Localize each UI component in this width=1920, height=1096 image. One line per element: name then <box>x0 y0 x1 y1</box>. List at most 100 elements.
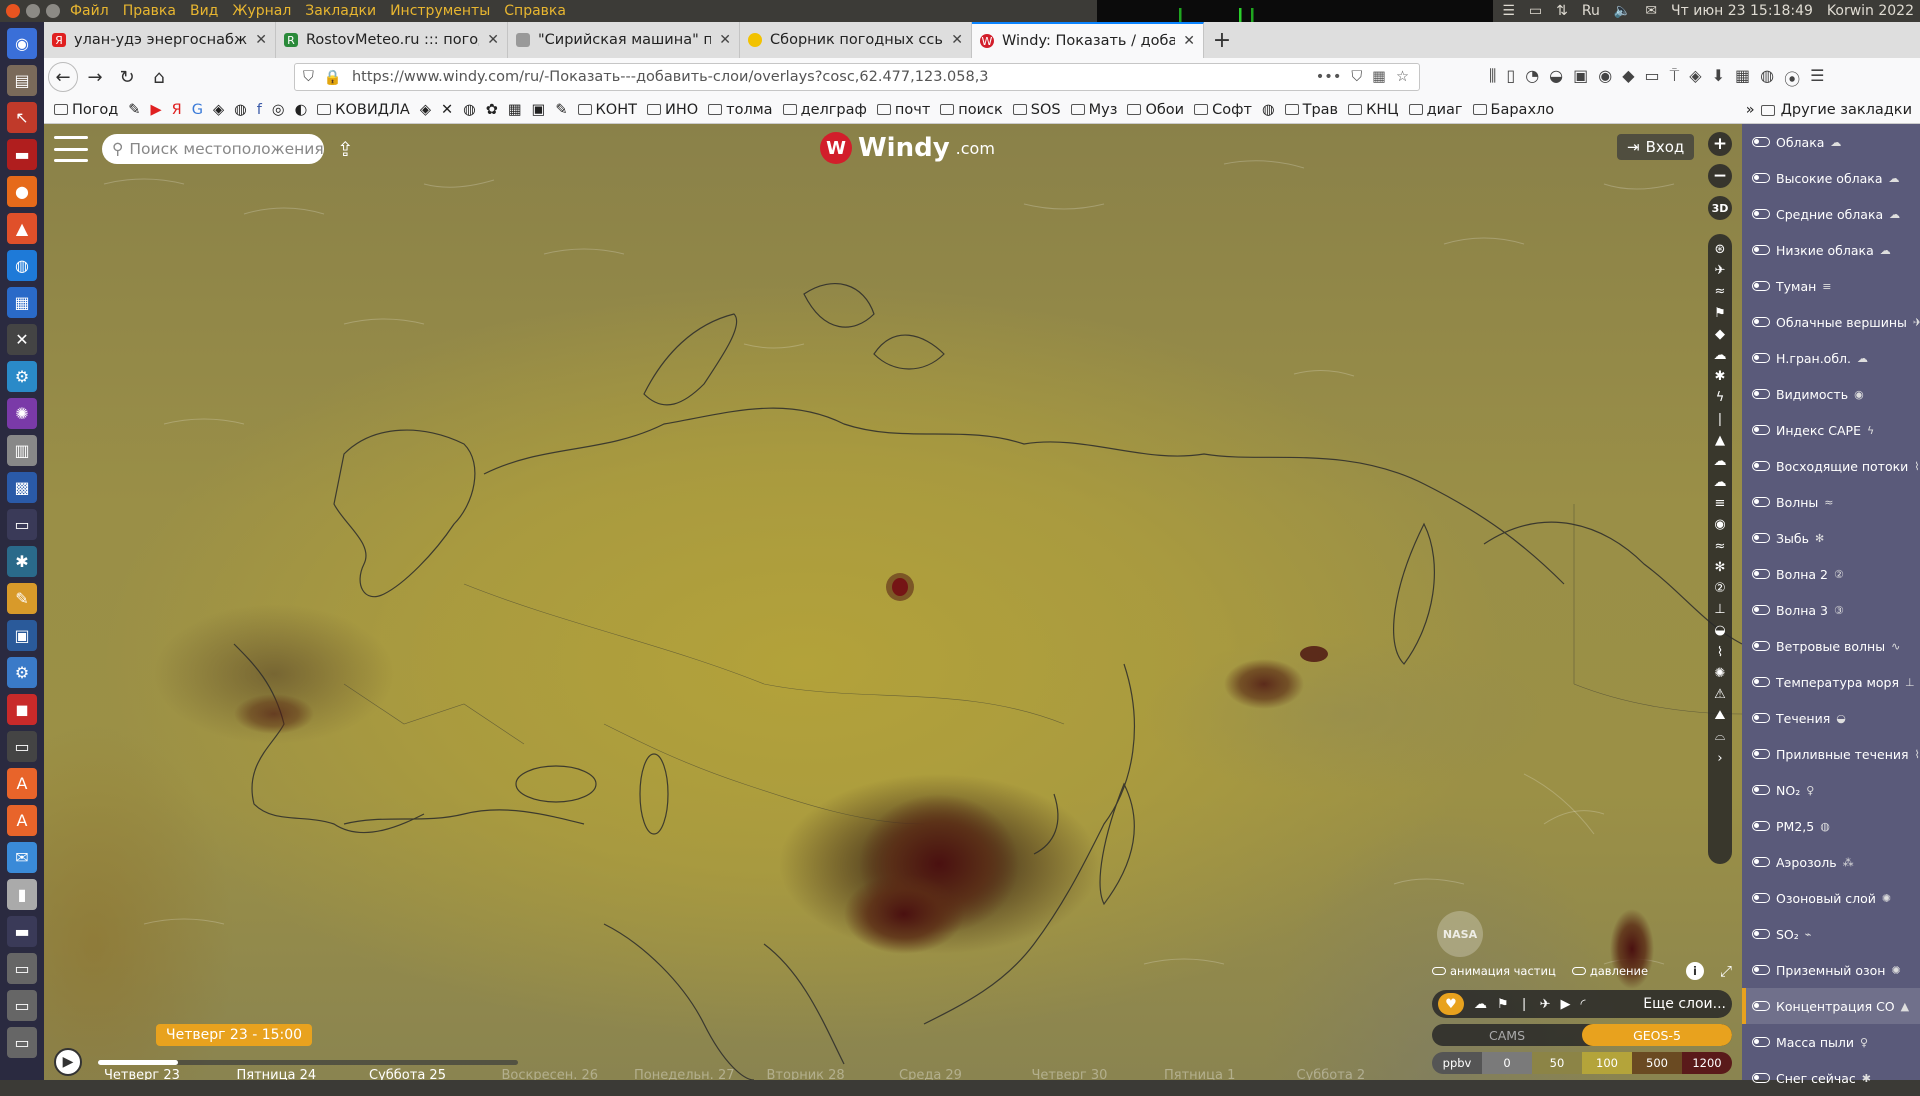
layer-item[interactable]: Аэрозоль ⁂ <box>1742 844 1920 880</box>
mail-icon[interactable]: ✉ <box>1645 3 1657 19</box>
day-label[interactable]: Воскресен. 26 <box>502 1068 635 1080</box>
other-bookmarks[interactable]: » Другие закладки <box>1746 96 1912 124</box>
layer-toggle-switch[interactable] <box>1752 173 1770 183</box>
menu-help[interactable]: Справка <box>504 3 566 19</box>
launcher-bug-icon[interactable]: ✱ <box>7 546 37 577</box>
extension-icon[interactable]: ⍑ <box>1670 66 1680 90</box>
layer-item[interactable]: Приземный озон ✺ <box>1742 952 1920 988</box>
plane-icon[interactable]: ✈ <box>1540 997 1551 1012</box>
launcher-screen-icon[interactable]: ▭ <box>7 731 37 762</box>
volume-icon[interactable]: 🔈 <box>1614 3 1631 19</box>
layer-item[interactable]: Течения ◒ <box>1742 700 1920 736</box>
forward-button[interactable]: → <box>80 62 110 92</box>
launcher-drive3-icon[interactable]: ▭ <box>7 1027 37 1058</box>
layer-toggle-switch[interactable] <box>1752 929 1770 939</box>
launcher-drive-icon[interactable]: ▭ <box>7 953 37 984</box>
3d-button[interactable]: 3D <box>1708 196 1732 220</box>
two-icon[interactable]: ② <box>1714 581 1726 596</box>
chevron-right-icon[interactable]: › <box>1717 751 1722 766</box>
layer-toggle-switch[interactable] <box>1752 1037 1770 1047</box>
launcher-tools-icon[interactable]: ✕ <box>7 324 37 355</box>
layer-item[interactable]: Волна 3 ③ <box>1742 592 1920 628</box>
launcher-dash-icon[interactable]: ◉ <box>7 28 37 59</box>
bookmark-folder[interactable]: Погод <box>54 102 118 118</box>
layer-item[interactable]: Низкие облака ☁ <box>1742 232 1920 268</box>
layer-item[interactable]: Облачные вершины ✈ <box>1742 304 1920 340</box>
swell-icon[interactable]: ✻ <box>1715 560 1726 575</box>
bookmark-icon[interactable]: ◈ <box>420 102 431 118</box>
layer-toggle-switch[interactable] <box>1752 497 1770 507</box>
launcher-settings-icon[interactable]: ⚙ <box>7 361 37 392</box>
launcher-archive-icon[interactable]: ▥ <box>7 435 37 466</box>
bookmark-folder[interactable]: КОВИДЛА <box>317 102 410 118</box>
tab-3[interactable]: "Сирийская машина" пр ✕ <box>508 22 740 58</box>
zoom-out-button[interactable]: − <box>1708 164 1732 188</box>
user-name[interactable]: Korwin 2022 <box>1827 3 1914 19</box>
youtube-icon[interactable]: ▶ <box>150 102 161 118</box>
layer-item[interactable]: Волна 2 ② <box>1742 556 1920 592</box>
layer-toggle-switch[interactable] <box>1752 425 1770 435</box>
shield-icon[interactable]: ⛉ <box>303 69 314 85</box>
lock-icon[interactable]: 🔒 <box>324 69 342 86</box>
layer-toggle-switch[interactable] <box>1752 1001 1770 1011</box>
cloud-icon[interactable]: ☁ <box>1474 997 1487 1012</box>
layer-toggle-switch[interactable] <box>1752 209 1770 219</box>
chevron-right-icon[interactable]: » <box>1746 102 1755 118</box>
window-minimize-button[interactable] <box>26 4 40 18</box>
layer-item[interactable]: Облака ☁ <box>1742 124 1920 160</box>
menu-history[interactable]: Журнал <box>232 3 291 19</box>
layer-item[interactable]: Температура моря ⊥ <box>1742 664 1920 700</box>
camera-icon[interactable]: ▶ <box>1560 997 1570 1012</box>
day-label[interactable]: Понедельн. 27 <box>634 1068 767 1080</box>
tab-1[interactable]: Я улан-удэ энергоснабже ✕ <box>44 22 276 58</box>
bookmark-icon[interactable]: ▣ <box>532 102 546 118</box>
launcher-network-icon[interactable]: ▩ <box>7 472 37 503</box>
keyboard-layout[interactable]: Ru <box>1582 3 1600 19</box>
bookmark-folder[interactable]: диаг <box>1408 102 1463 118</box>
pocket-icon[interactable]: ⛉ <box>1351 69 1362 85</box>
layer-toggle-switch[interactable] <box>1752 857 1770 867</box>
layer-item[interactable]: Озоновый слой ✺ <box>1742 880 1920 916</box>
layer-toggle-switch[interactable] <box>1752 677 1770 687</box>
menu-view[interactable]: Вид <box>190 3 218 19</box>
extension-icon[interactable]: ◆ <box>1622 66 1634 90</box>
google-icon[interactable]: G <box>192 102 203 118</box>
tab-close-icon[interactable]: ✕ <box>951 32 963 48</box>
thermometer-icon[interactable]: ❘ <box>1715 412 1726 427</box>
flag-icon[interactable]: ⚑ <box>1497 997 1509 1012</box>
layer-item[interactable]: SO₂ ⌁ <box>1742 916 1920 952</box>
download-icon[interactable]: ⬇ <box>1712 66 1725 90</box>
layer-toggle-switch[interactable] <box>1752 785 1770 795</box>
layer-toggle-switch[interactable] <box>1752 389 1770 399</box>
x-icon[interactable]: ✕ <box>441 102 453 118</box>
bookmark-folder[interactable]: SOS <box>1012 102 1061 118</box>
day-label[interactable]: Четверг 30 <box>1032 1068 1165 1080</box>
bridge-icon[interactable]: ⌓ <box>1715 729 1725 744</box>
fog-icon[interactable]: ≡ <box>1715 496 1726 511</box>
layer-toggle-switch[interactable] <box>1752 533 1770 543</box>
pressure-toggle[interactable]: давление <box>1571 964 1648 978</box>
bookmark-folder[interactable]: КНЦ <box>1348 102 1399 118</box>
weather-map[interactable]: ⚲ Поиск местоположения ⇪ W Windy .com ⇥ В… <box>44 124 1742 1080</box>
layer-toggle-switch[interactable] <box>1752 353 1770 363</box>
layer-item[interactable]: Снег сейчас ✱ <box>1742 1060 1920 1096</box>
day-label[interactable]: Суббота 25 <box>369 1068 502 1080</box>
launcher-record-icon[interactable]: ◼ <box>7 694 37 725</box>
bookmark-folder[interactable]: Обои <box>1127 102 1184 118</box>
bookmark-folder[interactable]: Барахло <box>1472 102 1554 118</box>
share-icon[interactable]: ⇪ <box>337 137 354 161</box>
day-label[interactable]: Пятница 24 <box>237 1068 370 1080</box>
launcher-firefox-icon[interactable]: ● <box>7 176 37 207</box>
reload-button[interactable]: ↻ <box>112 62 142 92</box>
launcher-monitor-icon[interactable]: ▣ <box>7 620 37 651</box>
sidebar-icon[interactable]: ▯ <box>1506 66 1515 90</box>
cloud-icon[interactable]: ☁ <box>1714 475 1727 490</box>
tab-2[interactable]: R RostovMeteo.ru ::: погод ✕ <box>276 22 508 58</box>
extension-icon[interactable]: ◔ <box>1525 66 1539 90</box>
layer-item[interactable]: Масса пыли ♀ <box>1742 1024 1920 1060</box>
facebook-icon[interactable]: f <box>257 102 262 118</box>
launcher-app-icon[interactable]: ▬ <box>7 139 37 170</box>
layer-item[interactable]: Н.гран.обл. ☁ <box>1742 340 1920 376</box>
extension-icon[interactable]: ⦿ <box>1784 66 1800 90</box>
url-text[interactable]: https://www.windy.com/ru/-Показать---доб… <box>352 69 1306 85</box>
